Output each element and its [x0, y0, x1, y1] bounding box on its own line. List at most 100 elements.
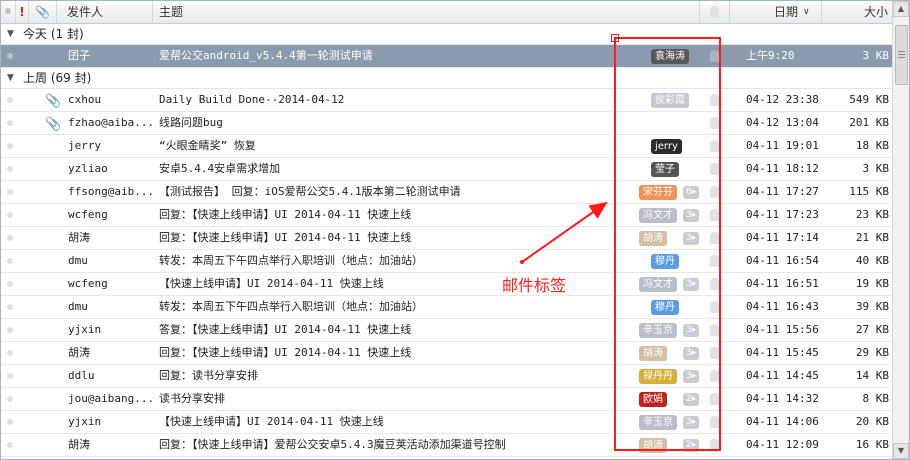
date: 04-11 17:14: [746, 231, 819, 244]
mail-row[interactable]: ddlu 回复：读书分享安排 禄丹丹 3▸ 04-11 14:45 14 KB: [1, 365, 893, 388]
read-status-icon[interactable]: [7, 120, 13, 126]
date: 04-11 17:23: [746, 208, 819, 221]
date: 04-11 16:51: [746, 277, 819, 290]
mail-row[interactable]: yjxin 【快速上线申请】UI 2014-04-11 快速上线 辛玉京 3▸ 04-1…: [1, 411, 893, 434]
read-status-icon[interactable]: [7, 53, 13, 59]
date: 04-11 16:54: [746, 254, 819, 267]
paperclip-icon: 📎: [45, 94, 62, 109]
col-attachment[interactable]: 📎: [29, 1, 57, 23]
date-header-label: 日期: [774, 5, 799, 19]
scroll-down-icon[interactable]: ▼: [893, 443, 909, 459]
subject: 安卓5.4.4安卓需求增加: [159, 162, 281, 175]
sender: dmu: [68, 254, 88, 267]
mail-row[interactable]: 胡涛 回复：【快速上线申请】爱帮公交安卓5.4.3魔豆荚活动添加渠道号控制 胡涛 2▸…: [1, 434, 893, 457]
sender-header-label: 发件人: [67, 5, 104, 19]
subject: 回复：【快速上线申请】UI 2014-04-11 快速上线: [159, 208, 412, 221]
read-status-icon[interactable]: [7, 281, 13, 287]
column-header: ! 📎 发件人 主题 日期 ∨ 大小: [1, 1, 893, 24]
mail-row[interactable]: jerry “火眼金睛奖” 恢复 jerry 04-11 19:01 18 KB: [1, 135, 893, 158]
size: 27 KB: [855, 323, 889, 336]
col-sender[interactable]: 发件人: [57, 1, 153, 23]
read-status-icon[interactable]: [7, 143, 13, 149]
collapse-triangle-icon[interactable]: ▼: [7, 68, 14, 88]
size: 201 KB: [849, 116, 889, 129]
date: 上午9:20: [746, 49, 795, 62]
sender: 胡涛: [68, 231, 90, 244]
sender: ffsong@aib...: [68, 185, 154, 198]
size: 3 KB: [862, 49, 890, 62]
read-status-icon[interactable]: [7, 327, 13, 333]
subject: 回复：【快速上线申请】UI 2014-04-11 快速上线: [159, 231, 412, 244]
group-title: 上周 (69 封): [23, 71, 92, 85]
sender: ddlu: [68, 369, 95, 382]
mail-row[interactable]: dmu 转发：本周五下午四点举行入职培训（地点：加油站） 穆丹 04-11 16:54…: [1, 250, 893, 273]
sender: wcfeng: [68, 277, 108, 290]
size: 3 KB: [862, 162, 890, 175]
col-status[interactable]: [1, 1, 16, 23]
read-status-icon[interactable]: [7, 212, 13, 218]
read-status-icon[interactable]: [7, 442, 13, 448]
vertical-scrollbar[interactable]: ▲ ▼: [892, 1, 909, 459]
size: 20 KB: [855, 415, 889, 428]
size: 16 KB: [855, 438, 889, 451]
read-status-icon[interactable]: [7, 189, 13, 195]
subject: 爱帮公交android_v5.4.4第一轮测试申请: [159, 49, 373, 62]
mail-row[interactable]: 胡涛 回复：【快速上线申请】UI 2014-04-11 快速上线 胡涛 3▸ 04-11…: [1, 342, 893, 365]
scroll-up-icon[interactable]: ▲: [893, 1, 909, 17]
group-header[interactable]: ▼ 上周 (69 封): [1, 68, 893, 89]
mail-row[interactable]: yjxin 答复：【快速上线申请】UI 2014-04-11 快速上线 辛玉京 3▸ 0…: [1, 319, 893, 342]
size: 115 KB: [849, 185, 889, 198]
read-status-icon[interactable]: [7, 419, 13, 425]
col-priority[interactable]: !: [16, 1, 29, 23]
mail-row[interactable]: 胡涛 回复：【快速上线申请】UI 2014-04-11 快速上线 胡涛 3▸ 04-11…: [1, 227, 893, 250]
date: 04-11 14:32: [746, 392, 819, 405]
date: 04-11 17:27: [746, 185, 819, 198]
mail-row[interactable]: wcfeng 回复：【快速上线申请】UI 2014-04-11 快速上线 冯文才 3▸…: [1, 204, 893, 227]
date: 04-11 15:45: [746, 346, 819, 359]
sender: dmu: [68, 300, 88, 313]
size: 21 KB: [855, 231, 889, 244]
date: 04-12 13:04: [746, 116, 819, 129]
read-status-icon[interactable]: [7, 350, 13, 356]
read-status-icon[interactable]: [7, 396, 13, 402]
size: 29 KB: [855, 346, 889, 359]
read-status-icon[interactable]: [7, 258, 13, 264]
read-status-icon[interactable]: [7, 97, 13, 103]
sender: wcfeng: [68, 208, 108, 221]
collapse-triangle-icon[interactable]: ▼: [7, 24, 14, 44]
size: 8 KB: [862, 392, 890, 405]
subject: 答复：【快速上线申请】UI 2014-04-11 快速上线: [159, 323, 412, 336]
mail-row[interactable]: dmu 转发：本周五下午四点举行入职培训（地点：加油站） 穆丹 04-11 16:43…: [1, 296, 893, 319]
mail-row[interactable]: wcfeng 【快速上线申请】UI 2014-04-11 快速上线 冯文才 3▸ 04-…: [1, 273, 893, 296]
group-header[interactable]: ▼ 今天 (1 封): [1, 24, 893, 45]
col-date[interactable]: 日期 ∨: [730, 1, 822, 23]
date: 04-11 14:06: [746, 415, 819, 428]
col-flag[interactable]: [700, 1, 730, 23]
subject: 回复：【快速上线申请】UI 2014-04-11 快速上线: [159, 346, 412, 359]
size: 14 KB: [855, 369, 889, 382]
subject-header-label: 主题: [159, 5, 184, 19]
col-subject[interactable]: 主题: [153, 1, 700, 23]
read-status-icon[interactable]: [7, 166, 13, 172]
mail-row[interactable]: ffsong@aib... 【测试报告】 回复：iOS爱帮公交5.4.1版本第二轮…: [1, 181, 893, 204]
group-title: 今天 (1 封): [23, 27, 84, 41]
sender: 囝子: [68, 49, 90, 62]
size: 23 KB: [855, 208, 889, 221]
mail-row[interactable]: jou@aibang... 读书分享安排 欧娟 2▸ 04-11 14:32 8 KB: [1, 388, 893, 411]
subject: 回复：读书分享安排: [159, 369, 258, 382]
sender: cxhou: [68, 93, 102, 106]
size: 19 KB: [855, 277, 889, 290]
mail-row[interactable]: yzliao 安卓5.4.4安卓需求增加 莹子 04-11 18:12 3 KB: [1, 158, 893, 181]
subject: 线路问题bug: [159, 116, 223, 129]
priority-icon: !: [19, 5, 25, 19]
size: 549 KB: [849, 93, 889, 106]
col-size[interactable]: 大小: [822, 1, 893, 23]
mail-row[interactable]: 📎 cxhou Daily Build Done--2014-04-12 侯彩霞 04-…: [1, 89, 893, 112]
mail-row[interactable]: 囝子 爱帮公交android_v5.4.4第一轮测试申请 袁海涛 上午9:20 3 KB: [1, 45, 893, 68]
read-status-icon[interactable]: [7, 373, 13, 379]
mail-row[interactable]: 📎 fzhao@aiba... 线路问题bug 04-12 13:04 201 KB: [1, 112, 893, 135]
size: 40 KB: [855, 254, 889, 267]
scrollbar-thumb[interactable]: [895, 25, 908, 85]
read-status-icon[interactable]: [7, 235, 13, 241]
read-status-icon[interactable]: [7, 304, 13, 310]
